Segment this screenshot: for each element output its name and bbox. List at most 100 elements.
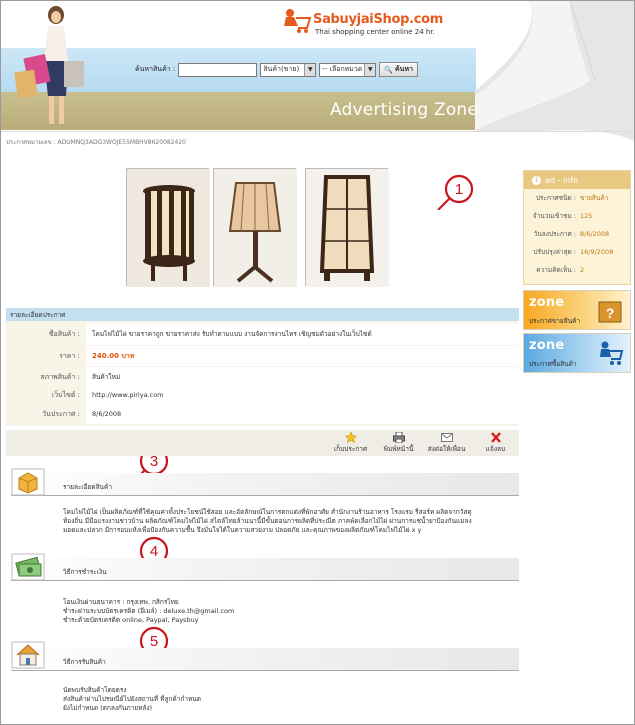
page-curl-graphic bbox=[470, 1, 634, 141]
advertising-zone-banner: Advertising Zone bbox=[330, 100, 479, 120]
details-label: ราคา : bbox=[59, 351, 80, 360]
details-row: ชื่อสินค้า : โคมไฟไม้ไผ่ ขายราคาถูก ขายรา… bbox=[6, 323, 519, 345]
ad-info-label: วันลงประกาศ : bbox=[533, 230, 576, 238]
details-label: ชื่อสินค้า : bbox=[48, 329, 80, 338]
details-label: เว็บไซต์ : bbox=[51, 390, 80, 399]
product-photo[interactable] bbox=[213, 168, 297, 287]
zone-title: zone bbox=[529, 295, 565, 310]
product-description: โคมไฟไม้ไผ่ เป็นผลิตภัณฑ์ที่ใช้คุณค่าทั้… bbox=[63, 508, 513, 535]
printer-icon bbox=[392, 432, 405, 443]
details-row: ราคา : 240.00 บาท bbox=[6, 346, 519, 366]
zone-title: zone bbox=[529, 338, 565, 353]
toolbar-label: แจ้งลบ bbox=[485, 445, 506, 453]
description-line: มอดและปลวก มีการอบแห้งเพื่อป้องกันความชื… bbox=[63, 526, 422, 534]
section-title: วิธีการรับสินค้า bbox=[63, 658, 106, 666]
envelope-icon bbox=[440, 433, 453, 442]
ad-info-row: ประกาศชนิด : ขายสินค้า bbox=[524, 189, 630, 207]
box-icon bbox=[11, 468, 45, 496]
payment-methods: โอนเงินผ่านธนาคาร : กรุงเทพ, กสิกรไทย ชำ… bbox=[63, 598, 513, 625]
zone-subtitle: ประกาศซื้อสินค้า bbox=[529, 360, 577, 368]
section-title: วิธีการชำระเงิน bbox=[63, 568, 107, 576]
details-table: ชื่อสินค้า : โคมไฟไม้ไผ่ ขายราคาถูก ขายรา… bbox=[6, 321, 519, 426]
price-value: 240.00 บาท bbox=[86, 346, 519, 366]
ad-info-row: จำนวนเข้าชม : 125 bbox=[524, 207, 630, 225]
ad-info-row: ปรับปรุงล่าสุด : 16/9/2008 bbox=[524, 243, 630, 261]
buy-zone-link[interactable]: zone ประกาศซื้อสินค้า bbox=[523, 333, 631, 373]
svg-text:?: ? bbox=[606, 305, 615, 321]
delivery-line: ยังไม่กำหนด (ตกลงกันภายหลัง) bbox=[63, 704, 153, 712]
search-category-select[interactable]: -- เลือกหมวด -- ▼ bbox=[319, 62, 377, 77]
ad-info-label: ประกาศชนิด : bbox=[535, 194, 576, 202]
ad-info-label: จำนวนเข้าชม : bbox=[532, 212, 576, 220]
payment-line: ชำระผ่านระบบบัตรเครดิต (อีเมล์) : deluxe… bbox=[63, 607, 235, 615]
question-box-icon: ? bbox=[598, 301, 622, 323]
shopping-girl-image bbox=[14, 6, 84, 124]
details-row: เว็บไซต์ : http://www.piriya.com bbox=[6, 385, 519, 405]
ad-toolbar: เก็บประกาศ พิมพ์หน้านี้ ส่งต่อให้เพื่อน … bbox=[6, 430, 519, 456]
details-value: สินค้าใหม่ bbox=[86, 367, 519, 387]
ad-info-value: ขายสินค้า bbox=[580, 194, 609, 202]
info-icon: i bbox=[532, 175, 541, 185]
number-badge-1: 1 bbox=[437, 174, 474, 210]
ad-info-value: 16/9/2008 bbox=[580, 248, 614, 256]
delete-icon bbox=[490, 432, 501, 443]
money-icon bbox=[11, 553, 45, 581]
header-divider bbox=[1, 131, 634, 132]
section-title: รายละเอียดสินค้า bbox=[63, 483, 112, 491]
ad-info-value: 8/6/2008 bbox=[580, 230, 610, 238]
chevron-down-icon: ▼ bbox=[304, 63, 316, 76]
ad-info-header: i ad - info bbox=[524, 171, 630, 189]
toolbar-label: ส่งต่อให้เพื่อน bbox=[427, 445, 466, 453]
cart-logo-icon bbox=[284, 9, 312, 33]
toolbar-label: เก็บประกาศ bbox=[333, 445, 368, 453]
website-link[interactable]: http://www.piriya.com bbox=[86, 385, 519, 405]
print-button[interactable]: พิมพ์หน้านี้ bbox=[376, 432, 421, 454]
search-input[interactable] bbox=[178, 62, 258, 77]
search-bar: ค้นหาสินค้า : สินค้า(ขาย) ▼ -- เลือกหมวด… bbox=[135, 62, 419, 77]
ad-info-label: ปรับปรุงล่าสุด : bbox=[533, 248, 576, 256]
details-label: วันประกาศ : bbox=[42, 409, 80, 418]
sell-zone-link[interactable]: zone ประกาศขายสินค้า ? bbox=[523, 290, 631, 330]
report-delete-button[interactable]: แจ้งลบ bbox=[473, 432, 518, 454]
payment-line: ชำระด้วยบัตรเครดิต online, Paypal, Paysb… bbox=[63, 616, 199, 624]
toolbar-label: พิมพ์หน้านี้ bbox=[383, 445, 414, 453]
search-button[interactable]: 🔍 ค้นหา bbox=[379, 62, 419, 77]
ad-info-row: ความคิดเห็น : 2 bbox=[524, 261, 630, 279]
search-label: ค้นหาสินค้า : bbox=[135, 65, 176, 73]
ad-info-label: ความคิดเห็น : bbox=[536, 266, 576, 274]
delivery-line: นัดพบรับสินค้าโดยตรง bbox=[63, 686, 127, 694]
ad-info-row: วันลงประกาศ : 8/6/2008 bbox=[524, 225, 630, 243]
search-category-value: -- เลือกหมวด -- bbox=[322, 65, 370, 73]
search-type-value: สินค้า(ขาย) bbox=[263, 65, 300, 73]
lamp-image bbox=[306, 169, 389, 287]
product-photo[interactable] bbox=[305, 168, 389, 287]
ad-info-value: 125 bbox=[580, 212, 593, 220]
send-to-friend-button[interactable]: ส่งต่อให้เพื่อน bbox=[424, 432, 469, 454]
payment-line: โอนเงินผ่านธนาคาร : กรุงเทพ, กสิกรไทย bbox=[63, 598, 179, 606]
search-button-label: ค้นหา bbox=[395, 65, 414, 73]
details-header: รายละเอียดประกาศ bbox=[6, 308, 519, 321]
house-icon bbox=[11, 641, 45, 669]
svg-text:1: 1 bbox=[455, 181, 463, 198]
search-type-select[interactable]: สินค้า(ขาย) ▼ bbox=[260, 62, 317, 77]
delivery-line: ส่งสินค้าผ่านไปรษณีย์ไปยังสถานที่ ที่ลูก… bbox=[63, 695, 201, 703]
zone-subtitle: ประกาศขายสินค้า bbox=[529, 317, 581, 325]
star-icon bbox=[344, 432, 357, 443]
delivery-methods: นัดพบรับสินค้าโดยตรง ส่งสินค้าผ่านไปรษณี… bbox=[63, 686, 513, 713]
ad-info-title: ad - info bbox=[545, 175, 578, 185]
product-photo[interactable] bbox=[126, 168, 210, 287]
save-ad-button[interactable]: เก็บประกาศ bbox=[328, 432, 373, 454]
details-value: โคมไฟไม้ไผ่ ขายราคาถูก ขายราคาส่ง รับทำต… bbox=[86, 323, 519, 345]
description-line: โคมไฟไม้ไผ่ เป็นผลิตภัณฑ์ที่ใช้คุณค่าทั้… bbox=[63, 508, 472, 516]
shopping-cart-icon bbox=[600, 341, 624, 365]
logo-text: SabuyjaiShop.com bbox=[313, 12, 444, 27]
search-icon: 🔍 bbox=[384, 65, 393, 74]
lamp-image bbox=[127, 169, 210, 287]
details-row: สภาพสินค้า : สินค้าใหม่ bbox=[6, 367, 519, 387]
ad-info-value: 2 bbox=[580, 266, 585, 274]
ad-number: ประกาศหมายเลข : ADUMNQ3ADG3WOJE55MBHV862… bbox=[6, 139, 186, 146]
chevron-down-icon: ▼ bbox=[364, 63, 376, 76]
details-row: วันประกาศ : 8/6/2008 bbox=[6, 404, 519, 424]
details-value: 8/6/2008 bbox=[86, 404, 519, 424]
description-line: ท้องถิ่น มีมือแรงงานชาวบ้าน ผลิตภัณฑ์โคม… bbox=[63, 517, 472, 525]
